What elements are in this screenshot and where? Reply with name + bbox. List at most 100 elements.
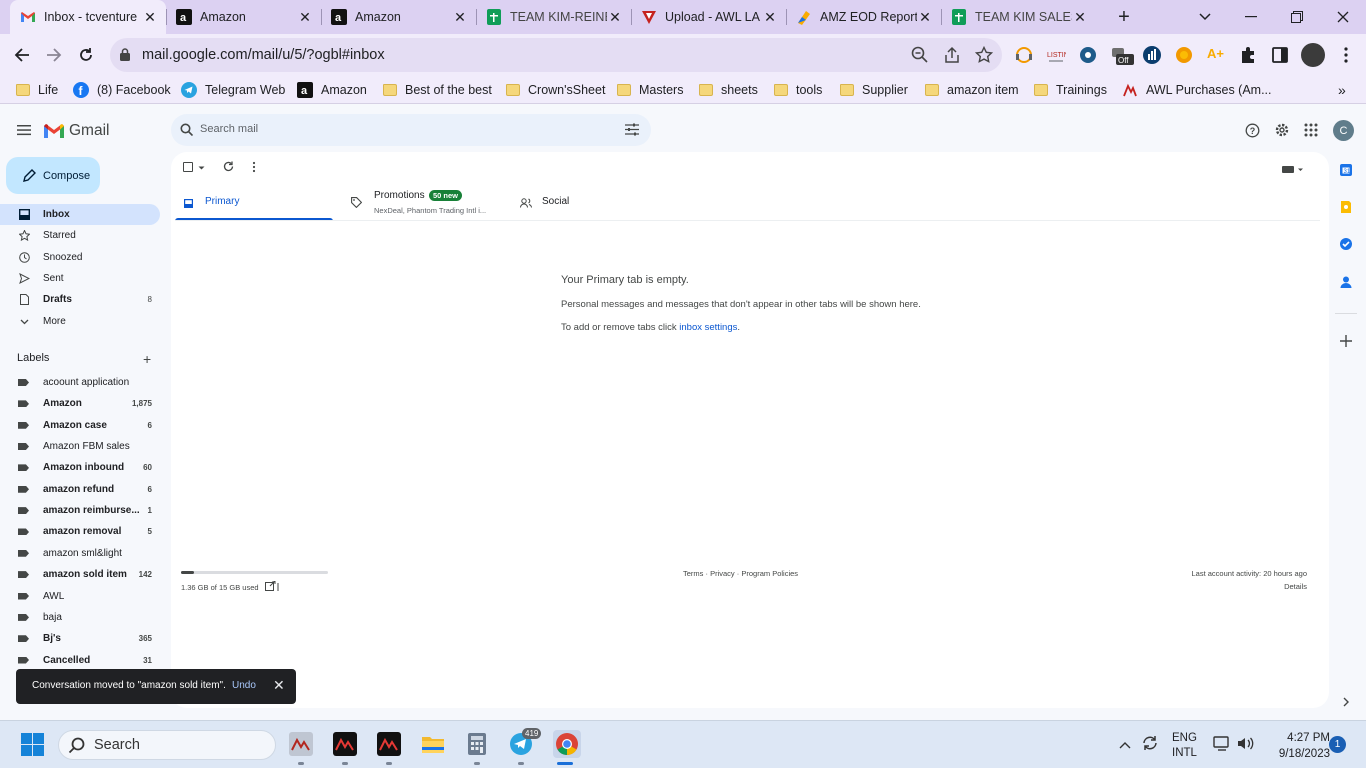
select-all-checkbox[interactable] (183, 162, 193, 172)
zoom-icon[interactable] (911, 46, 929, 64)
gmail-logo-text[interactable]: Gmail (69, 122, 109, 140)
nav-item-more[interactable]: More (0, 311, 160, 332)
close-tab-icon[interactable]: ✕ (762, 9, 778, 25)
bookmark-crowns-sheet[interactable]: Crown'sSheet (506, 81, 605, 99)
close-tab-icon[interactable]: ✕ (1072, 9, 1088, 25)
new-tab-button[interactable]: + (1101, 0, 1147, 34)
add-addon-icon[interactable] (1339, 334, 1353, 348)
extension-globe-icon[interactable] (1078, 45, 1098, 65)
close-toast-icon[interactable]: ✕ (273, 677, 285, 694)
browser-menu-icon[interactable] (1336, 45, 1356, 65)
taskbar-search-box[interactable]: Search (58, 730, 276, 760)
close-window-button[interactable] (1320, 0, 1366, 34)
search-icon[interactable] (180, 123, 194, 139)
search-bar[interactable]: Search mail (171, 114, 651, 146)
label-item[interactable]: acoount application (0, 372, 160, 393)
lock-icon[interactable] (120, 48, 130, 64)
label-item[interactable]: amazon removal 5 (0, 521, 160, 542)
program-policies-link[interactable]: Program Policies (741, 569, 798, 578)
bookmark-amazon-item[interactable]: amazon item (925, 81, 1019, 99)
bookmark-sheets[interactable]: sheets (699, 81, 758, 99)
bookmark-supplier[interactable]: Supplier (840, 81, 908, 99)
search-input[interactable]: Search mail (200, 123, 258, 135)
browser-tab-upload-awl[interactable]: Upload - AWL LA ✕ (631, 0, 786, 34)
browser-tab-team-kim-sales[interactable]: TEAM KIM SALES ✕ (941, 0, 1096, 34)
manage-storage-icon[interactable] (265, 580, 279, 595)
tab-social[interactable]: Social (505, 186, 663, 221)
browser-tab-amazon-2[interactable]: a Amazon ✕ (321, 0, 476, 34)
account-avatar[interactable]: C (1333, 120, 1354, 141)
keep-icon[interactable] (1339, 200, 1353, 214)
label-item[interactable]: Bj's 365 (0, 628, 160, 649)
select-dropdown-icon[interactable] (198, 162, 205, 176)
volume-icon[interactable] (1237, 736, 1255, 754)
terms-link[interactable]: Terms (683, 569, 703, 578)
label-item[interactable]: amazon refund 6 (0, 479, 160, 500)
taskbar-app-awl-1-icon[interactable] (289, 732, 313, 756)
clock[interactable]: 4:27 PM 9/18/2023 (1262, 730, 1330, 762)
extensions-puzzle-icon[interactable] (1238, 45, 1258, 65)
activity-details-link[interactable]: Details (1284, 582, 1307, 591)
notification-badge[interactable]: 1 (1329, 736, 1346, 753)
label-item[interactable]: amazon sold item 142 (0, 564, 160, 585)
inbox-settings-link[interactable]: inbox settings (679, 322, 737, 333)
label-item[interactable]: AWL (0, 586, 160, 607)
sync-icon[interactable] (1141, 734, 1159, 755)
nav-item-inbox[interactable]: Inbox (0, 204, 160, 225)
bookmark-best-of-the-best[interactable]: Best of the best (383, 81, 492, 99)
settings-gear-icon[interactable] (1274, 122, 1290, 141)
bookmarks-overflow-icon[interactable]: » (1338, 81, 1346, 99)
browser-tab-gmail[interactable]: Inbox - tcventure ✕ (10, 0, 166, 34)
search-options-icon[interactable] (625, 123, 639, 139)
gmail-main-menu-icon[interactable] (17, 124, 31, 136)
label-item[interactable]: Amazon case 6 (0, 415, 160, 436)
compose-button[interactable]: Compose (6, 157, 100, 194)
bookmark-trainings[interactable]: Trainings (1034, 81, 1107, 99)
expand-side-panel-icon[interactable] (1339, 695, 1353, 709)
input-language[interactable]: ENG INTL (1172, 731, 1197, 761)
close-tab-icon[interactable]: ✕ (142, 9, 158, 25)
profile-avatar[interactable] (1301, 43, 1325, 67)
bookmark-facebook[interactable]: f (8) Facebook (73, 81, 171, 99)
undo-button[interactable]: Undo (232, 680, 256, 691)
windows-start-icon[interactable] (21, 733, 44, 759)
bookmark-amazon[interactable]: a Amazon (297, 81, 367, 99)
close-tab-icon[interactable]: ✕ (607, 9, 623, 25)
show-hidden-icons-icon[interactable] (1119, 738, 1131, 752)
label-item[interactable]: baja (0, 607, 160, 628)
reload-button[interactable] (72, 41, 100, 69)
nav-item-starred[interactable]: Starred (0, 225, 160, 246)
browser-tab-amazon-1[interactable]: a Amazon ✕ (166, 0, 321, 34)
extension-chart-icon[interactable] (1142, 45, 1162, 65)
gmail-logo-icon[interactable] (43, 123, 65, 142)
telegram-icon[interactable]: 419 (509, 728, 542, 756)
label-item[interactable]: Cancelled 31 (0, 650, 160, 671)
nav-item-drafts[interactable]: Drafts 8 (0, 289, 160, 310)
calculator-icon[interactable] (465, 732, 489, 756)
extension-scanner-icon[interactable]: LISTIN (1046, 45, 1069, 65)
bookmark-awl-purchases[interactable]: AWL Purchases (Am... (1122, 81, 1272, 99)
input-tools-icon[interactable] (1282, 163, 1304, 177)
label-item[interactable]: amazon sml&light (0, 543, 160, 564)
extension-scout-icon[interactable]: A+ (1206, 45, 1226, 65)
extension-orange-icon[interactable] (1174, 45, 1194, 65)
bookmark-life[interactable]: Life (16, 81, 58, 99)
tab-search-icon[interactable] (1182, 0, 1228, 34)
side-panel-icon[interactable] (1270, 45, 1290, 65)
nav-item-sent[interactable]: Sent (0, 268, 160, 289)
add-label-icon[interactable]: + (143, 351, 151, 367)
extension-headset-icon[interactable] (1014, 45, 1034, 65)
forward-button[interactable] (40, 41, 68, 69)
google-apps-icon[interactable] (1304, 123, 1318, 140)
back-button[interactable] (8, 41, 36, 69)
bookmark-telegram[interactable]: Telegram Web (181, 81, 285, 99)
nav-item-snoozed[interactable]: Snoozed (0, 247, 160, 268)
label-item[interactable]: amazon reimburse... 1 (0, 500, 160, 521)
more-options-icon[interactable] (252, 161, 256, 176)
label-item[interactable]: Amazon 1,875 (0, 393, 160, 414)
contacts-icon[interactable] (1339, 275, 1353, 289)
bookmark-star-icon[interactable] (974, 45, 994, 64)
share-icon[interactable] (943, 46, 961, 64)
url-text[interactable]: mail.google.com/mail/u/5/?ogbl#inbox (142, 47, 385, 63)
label-item[interactable]: Amazon FBM sales (0, 436, 160, 457)
